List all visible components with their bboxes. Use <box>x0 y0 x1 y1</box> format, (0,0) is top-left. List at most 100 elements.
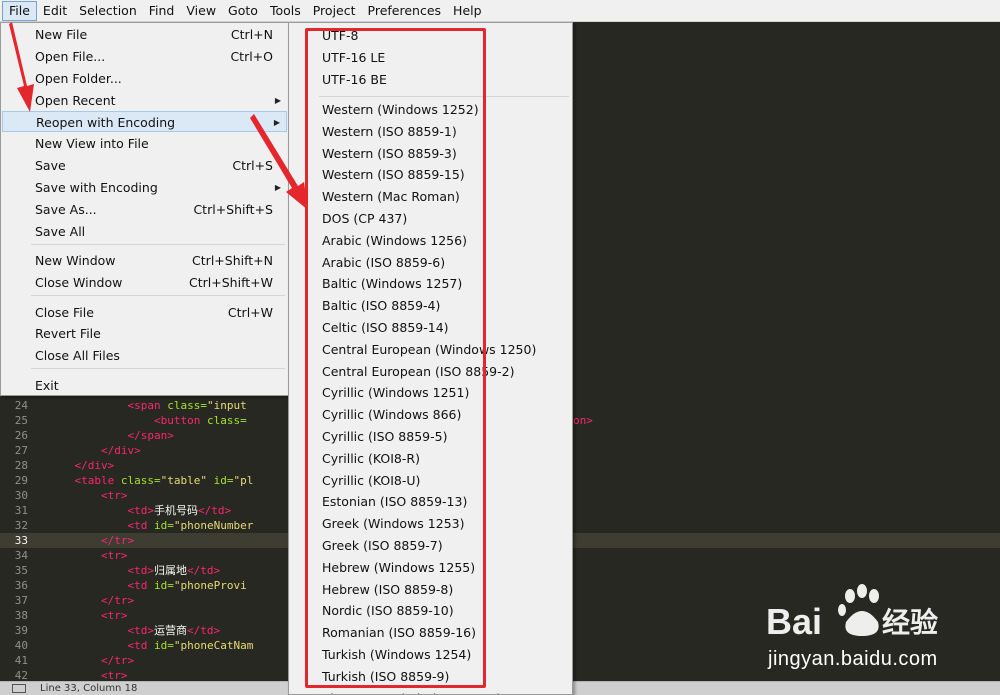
line-number: 31 <box>14 504 28 517</box>
code-token: <td> <box>127 564 154 577</box>
code-token: id= <box>213 474 234 487</box>
code-line: 27 </div> <box>0 443 141 458</box>
code-token: </div> <box>100 444 141 457</box>
line-number: 38 <box>14 609 28 622</box>
menu-tools[interactable]: Tools <box>264 1 307 21</box>
code-token: <table <box>74 474 121 487</box>
code-token: <button <box>153 414 207 427</box>
menu-item-shortcut: Ctrl+O <box>230 49 273 64</box>
file-menu-item-reopen-with-encoding[interactable]: Reopen with Encoding ▶ <box>2 111 287 132</box>
file-menu-item-save-with-encoding[interactable]: Save with Encoding ▶ <box>2 177 287 198</box>
file-menu-item-close-window[interactable]: Close Window Ctrl+Shift+W <box>2 272 287 293</box>
menu-edit[interactable]: Edit <box>37 1 73 21</box>
file-menu-item-new-view-into-file[interactable]: New View into File <box>2 133 287 154</box>
code-token: <td> <box>127 504 154 517</box>
menu-item-label: New View into File <box>35 136 149 151</box>
code-line: 32 <td id="phoneNumber <box>0 518 254 533</box>
menu-bar: File Edit Selection Find View Goto Tools Projec… <box>0 0 1000 22</box>
line-number: 26 <box>14 429 28 442</box>
menu-selection[interactable]: Selection <box>73 1 143 21</box>
menu-separator <box>31 295 285 296</box>
file-menu-item-open-recent[interactable]: Open Recent ▶ <box>2 90 287 111</box>
line-number: 36 <box>14 579 28 592</box>
menu-file[interactable]: File <box>2 0 37 21</box>
menu-item-label: Save All <box>35 224 86 239</box>
file-menu-item-new-window[interactable]: New Window Ctrl+Shift+N <box>2 250 287 271</box>
file-menu-item-new-file[interactable]: New File Ctrl+N <box>2 24 287 45</box>
file-menu-dropdown: New File Ctrl+N Open File... Ctrl+O Open Fol… <box>0 22 289 396</box>
file-menu-item-save[interactable]: Save Ctrl+S <box>2 155 287 176</box>
code-token: id= <box>153 579 174 592</box>
menu-item-label: New Window <box>35 253 116 268</box>
code-line: 31 <td>手机号码</td> <box>0 503 231 518</box>
menu-item-shortcut: Ctrl+Shift+N <box>192 253 273 268</box>
menu-help[interactable]: Help <box>447 1 488 21</box>
line-number: 29 <box>14 474 28 487</box>
code-token: id= <box>153 639 174 652</box>
code-line: 34 <tr> <box>0 548 128 563</box>
menu-project[interactable]: Project <box>307 1 362 21</box>
code-token: </div> <box>74 459 115 472</box>
line-number: 24 <box>14 399 28 412</box>
encoding-option[interactable]: Vietnamese (Windows 1258) <box>322 688 501 694</box>
code-token: <td> <box>127 624 154 637</box>
file-menu-item-open-file[interactable]: Open File... Ctrl+O <box>2 46 287 67</box>
file-menu-item-save-as[interactable]: Save As... Ctrl+Shift+S <box>2 199 287 220</box>
code-token: <tr> <box>100 549 128 562</box>
code-overflow-token: on> <box>573 413 593 428</box>
menu-item-label: Save As... <box>35 202 97 217</box>
code-line: 41 </tr> <box>0 653 134 668</box>
code-token: </tr> <box>100 654 135 667</box>
code-token: <td <box>127 519 154 532</box>
code-line: 36 <td id="phoneProvi <box>0 578 247 593</box>
file-menu-item-save-all[interactable]: Save All <box>2 221 287 242</box>
line-number: 39 <box>14 624 28 637</box>
menu-find[interactable]: Find <box>143 1 181 21</box>
menu-goto[interactable]: Goto <box>222 1 264 21</box>
menu-item-label: New File <box>35 27 88 42</box>
menu-item-label: Open Recent <box>35 93 116 108</box>
code-line: 24 <span class="input <box>0 398 247 413</box>
code-token: <tr> <box>100 489 128 502</box>
file-menu-item-close-file[interactable]: Close File Ctrl+W <box>2 302 287 323</box>
line-number: 41 <box>14 654 28 667</box>
panel-toggle-icon[interactable] <box>12 684 26 693</box>
line-number: 30 <box>14 489 28 502</box>
menu-item-label: Open File... <box>35 49 106 64</box>
code-line: 29 <table class="table" id="pl <box>0 473 254 488</box>
menu-item-label: Open Folder... <box>35 71 122 86</box>
code-line: 26 </span> <box>0 428 174 443</box>
menu-item-shortcut: Ctrl+Shift+W <box>189 275 273 290</box>
file-menu-item-revert-file[interactable]: Revert File <box>2 323 287 344</box>
code-token: 归属地 <box>153 564 187 577</box>
watermark-url: jingyan.baidu.com <box>768 648 938 670</box>
code-token: "phoneNumber <box>173 519 254 532</box>
file-menu-item-close-all-files[interactable]: Close All Files <box>2 345 287 366</box>
menu-view[interactable]: View <box>180 1 222 21</box>
code-token: </td> <box>197 504 232 517</box>
menu-item-label: Revert File <box>35 326 101 341</box>
menu-item-label: Exit <box>35 378 59 393</box>
menu-item-shortcut: Ctrl+N <box>230 27 273 42</box>
line-number: 25 <box>14 414 28 427</box>
menu-preferences[interactable]: Preferences <box>362 1 448 21</box>
code-token: <td <box>127 639 154 652</box>
file-menu-item-open-folder[interactable]: Open Folder... <box>2 68 287 89</box>
file-menu-item-exit[interactable]: Exit <box>2 375 287 396</box>
code-token: "table" <box>160 474 214 487</box>
submenu-arrow-icon: ▶ <box>274 96 281 105</box>
line-number: 33 <box>14 534 28 547</box>
code-token: <td <box>127 579 154 592</box>
line-number: 27 <box>14 444 28 457</box>
